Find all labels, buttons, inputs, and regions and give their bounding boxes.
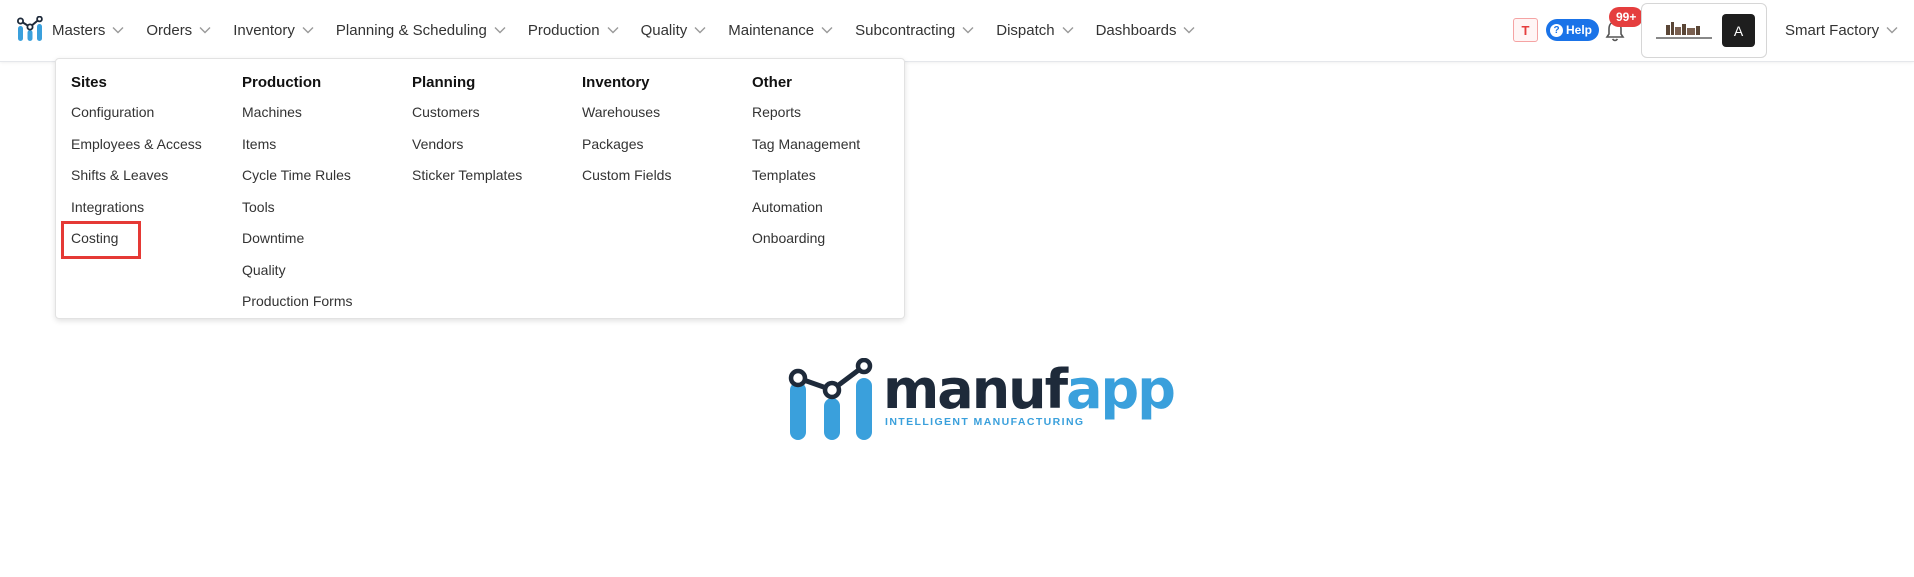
menu-item-automation[interactable]: Automation (752, 192, 860, 224)
notification-count-badge: 99+ (1609, 7, 1644, 27)
nav-label: Subcontracting (855, 21, 956, 39)
nav-label: Production (527, 21, 600, 39)
menu-column-production: Production Machines Items Cycle Time Rul… (242, 69, 352, 318)
menu-item-tools[interactable]: Tools (242, 192, 352, 224)
nav-label: Orders (146, 21, 193, 39)
menu-column-other: Other Reports Tag Management Templates A… (752, 69, 860, 255)
nav-inventory[interactable]: Inventory (233, 22, 314, 39)
menu-item-items[interactable]: Items (242, 129, 352, 161)
workspace-label: Smart Factory (1785, 21, 1880, 39)
menu-item-customers[interactable]: Customers (412, 97, 522, 129)
menu-item-machines[interactable]: Machines (242, 97, 352, 129)
nav-maintenance[interactable]: Maintenance (728, 22, 833, 39)
menu-item-vendors[interactable]: Vendors (412, 129, 522, 161)
menu-item-onboarding[interactable]: Onboarding (752, 223, 860, 255)
chevron-down-icon (302, 27, 314, 34)
menu-column-inventory: Inventory Warehouses Packages Custom Fie… (582, 69, 671, 192)
menu-column-heading: Sites (71, 74, 107, 91)
chevron-down-icon (494, 27, 506, 34)
menu-item-tag-management[interactable]: Tag Management (752, 129, 860, 161)
nav-quality[interactable]: Quality (641, 22, 707, 39)
t-badge-button[interactable]: T (1513, 18, 1538, 42)
chevron-down-icon (1062, 27, 1074, 34)
logo-word-dark: manuf (883, 358, 1068, 421)
logo-wordmark: manufapp (883, 358, 1176, 421)
menu-item-integrations[interactable]: Integrations (71, 192, 202, 224)
avatar[interactable]: A (1722, 14, 1755, 47)
nav-orders[interactable]: Orders (146, 22, 211, 39)
menu-item-costing[interactable]: Costing (61, 221, 202, 259)
menu-column-heading: Production (242, 74, 322, 91)
nav-production[interactable]: Production (528, 22, 619, 39)
menu-item-packages[interactable]: Packages (582, 129, 671, 161)
nav-subcontracting[interactable]: Subcontracting (855, 22, 974, 39)
nav-label: Dashboards (1095, 21, 1177, 39)
menu-item-employees-access[interactable]: Employees & Access (71, 129, 202, 161)
menu-column-heading: Planning (412, 74, 476, 91)
menu-item-production-forms[interactable]: Production Forms (242, 286, 352, 318)
nav-label: Masters (52, 21, 106, 39)
chevron-down-icon (694, 27, 706, 34)
question-icon: ? (1550, 23, 1563, 37)
menu-column-heading: Inventory (582, 74, 650, 91)
manufapp-logo: manufapp INTELLIGENT MANUFACTURING (788, 358, 1176, 442)
manufapp-mark-icon (788, 358, 873, 440)
menu-item-quality[interactable]: Quality (242, 255, 352, 287)
menu-item-downtime[interactable]: Downtime (242, 223, 352, 255)
chevron-down-icon (962, 27, 974, 34)
chevron-down-icon (821, 27, 833, 34)
logo-tagline: INTELLIGENT MANUFACTURING (885, 416, 1085, 428)
main-nav: Masters Orders Inventory Planning & Sche… (52, 0, 1217, 60)
menu-item-shifts-leaves[interactable]: Shifts & Leaves (71, 160, 202, 192)
menu-item-cycle-time-rules[interactable]: Cycle Time Rules (242, 160, 352, 192)
nav-label: Quality (640, 21, 688, 39)
chevron-down-icon (607, 27, 619, 34)
menu-item-warehouses[interactable]: Warehouses (582, 97, 671, 129)
nav-label: Planning & Scheduling (335, 21, 487, 39)
nav-dispatch[interactable]: Dispatch (996, 21, 1074, 39)
menu-column-planning: Planning Customers Vendors Sticker Templ… (412, 69, 522, 192)
masters-mega-menu: Sites Configuration Employees & Access S… (55, 58, 905, 319)
help-label: Help (1566, 23, 1593, 37)
workspace-selector[interactable]: Smart Factory (1785, 0, 1898, 60)
chevron-down-icon (1886, 27, 1898, 34)
nav-label: Inventory (233, 21, 295, 39)
menu-item-templates[interactable]: Templates (752, 160, 860, 192)
menu-item-configuration[interactable]: Configuration (71, 97, 202, 129)
account-switcher[interactable]: A (1641, 3, 1767, 58)
nav-label: Dispatch (996, 21, 1055, 39)
nav-masters[interactable]: Masters (52, 22, 124, 39)
menu-item-custom-fields[interactable]: Custom Fields (582, 160, 671, 192)
menu-column-heading: Other (752, 74, 793, 91)
help-button[interactable]: ? Help (1546, 19, 1600, 41)
chevron-down-icon (112, 27, 124, 34)
nav-planning-scheduling[interactable]: Planning & Scheduling (336, 22, 506, 39)
top-navigation-bar: Masters Orders Inventory Planning & Sche… (0, 0, 1914, 62)
company-logo-icon (1656, 22, 1712, 39)
menu-column-sites: Sites Configuration Employees & Access S… (61, 69, 202, 259)
nav-dashboards[interactable]: Dashboards (1096, 22, 1196, 39)
chevron-down-icon (199, 27, 211, 34)
nav-label: Maintenance (728, 21, 815, 39)
logo-word-light: app (1066, 358, 1176, 421)
app-logo-icon[interactable] (16, 16, 44, 42)
chevron-down-icon (1183, 27, 1195, 34)
menu-item-reports[interactable]: Reports (752, 97, 860, 129)
menu-item-sticker-templates[interactable]: Sticker Templates (412, 160, 522, 192)
